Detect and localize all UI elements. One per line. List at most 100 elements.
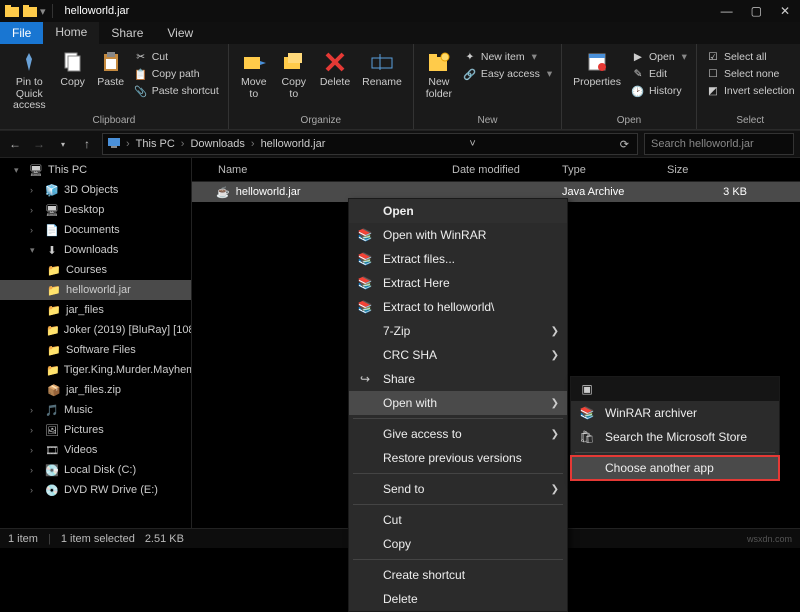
ctx-extract-files[interactable]: 📚Extract files...: [349, 247, 567, 271]
nav-courses[interactable]: 📁Courses: [0, 260, 191, 280]
nav-joker[interactable]: 📁Joker (2019) [BluRay] [1080p]: [0, 320, 191, 340]
ctx-open-with-winrar[interactable]: 📚Open with WinRAR: [349, 223, 567, 247]
nav-local-disk-c[interactable]: ›💽Local Disk (C:): [0, 460, 191, 480]
maximize-button[interactable]: ▢: [751, 4, 762, 18]
ctx-create-shortcut[interactable]: Create shortcut: [349, 563, 567, 587]
nav-documents[interactable]: ›📄Documents: [0, 220, 191, 240]
ctx-extract-to[interactable]: 📚Extract to helloworld\: [349, 295, 567, 319]
ctx-restore-versions[interactable]: Restore previous versions: [349, 446, 567, 470]
disc-icon: 💿: [44, 483, 60, 497]
nav-desktop[interactable]: ›🖥Desktop: [0, 200, 191, 220]
ctx-give-access-to[interactable]: Give access to❯: [349, 422, 567, 446]
move-to-button[interactable]: Move to: [235, 47, 273, 102]
forward-button[interactable]: →: [30, 135, 48, 153]
status-items: 1 item: [8, 533, 38, 545]
nav-jar-files-zip[interactable]: 📦jar_files.zip: [0, 380, 191, 400]
copy-path-button[interactable]: 📋Copy path: [131, 66, 203, 82]
ctx-extract-here[interactable]: 📚Extract Here: [349, 271, 567, 295]
tab-file[interactable]: File: [0, 22, 43, 44]
paste-shortcut-button[interactable]: 📎Paste shortcut: [131, 83, 222, 99]
nav-tiger-king[interactable]: 📁Tiger.King.Murder.Mayhem: [0, 360, 191, 380]
ctx-send-to[interactable]: Send to❯: [349, 477, 567, 501]
sub-winrar[interactable]: 📚WinRAR archiver: [571, 401, 779, 425]
select-all-icon: ☑: [706, 50, 720, 64]
paste-button[interactable]: Paste: [93, 47, 129, 91]
minimize-button[interactable]: —: [721, 4, 733, 18]
close-button[interactable]: ✕: [780, 4, 790, 18]
cut-icon: ✂: [134, 50, 148, 64]
nav-this-pc[interactable]: ▾🖥This PC: [0, 160, 191, 180]
properties-button[interactable]: Properties: [568, 47, 626, 91]
nav-dvd-rw-drive[interactable]: ›💿DVD RW Drive (E:): [0, 480, 191, 500]
rename-button[interactable]: Rename: [357, 47, 407, 91]
copy-button[interactable]: Copy: [55, 47, 91, 91]
tab-view[interactable]: View: [155, 22, 205, 44]
invert-selection-button[interactable]: ◩Invert selection: [703, 83, 798, 99]
delete-button[interactable]: Delete: [315, 47, 355, 91]
col-date[interactable]: Date modified: [452, 164, 562, 176]
new-folder-icon: [425, 49, 453, 75]
paste-shortcut-icon: 📎: [134, 84, 148, 98]
recent-button[interactable]: ▾: [54, 135, 72, 153]
new-item-button[interactable]: ✦New item▾: [460, 49, 540, 65]
ctx-7zip[interactable]: 7-Zip❯: [349, 319, 567, 343]
group-label: Open: [568, 114, 690, 129]
search-input[interactable]: Search helloworld.jar: [644, 133, 794, 155]
ctx-crc-sha[interactable]: CRC SHA❯: [349, 343, 567, 367]
sub-choose-another-app[interactable]: Choose another app: [571, 456, 779, 480]
open-button[interactable]: ▶Open▾: [628, 49, 690, 65]
crumb-thispc[interactable]: This PC: [132, 138, 179, 150]
select-all-button[interactable]: ☑Select all: [703, 49, 770, 65]
nav-software-files[interactable]: 📁Software Files: [0, 340, 191, 360]
easy-access-icon: 🔗: [463, 67, 477, 81]
refresh-button[interactable]: ⟳: [616, 138, 633, 151]
select-none-button[interactable]: ☐Select none: [703, 66, 782, 82]
folder-icon: 📁: [46, 323, 60, 337]
ctx-open-with[interactable]: Open with❯: [349, 391, 567, 415]
title-bar: ▾ helloworld.jar — ▢ ✕: [0, 0, 800, 22]
ctx-share[interactable]: ↪Share: [349, 367, 567, 391]
crumb-file[interactable]: helloworld.jar: [257, 138, 330, 150]
group-label: Clipboard: [6, 114, 222, 129]
tab-home[interactable]: Home: [43, 22, 99, 44]
ctx-delete[interactable]: Delete: [349, 587, 567, 611]
pin-to-quick-access-button[interactable]: Pin to Quick access: [6, 47, 53, 114]
ctx-open[interactable]: Open: [349, 199, 567, 223]
documents-icon: 📄: [44, 223, 60, 237]
nav-videos[interactable]: ›🎞Videos: [0, 440, 191, 460]
copy-to-button[interactable]: Copy to: [275, 47, 313, 102]
breadcrumb[interactable]: › This PC › Downloads › helloworld.jar ˅…: [102, 133, 638, 155]
pc-icon: [107, 137, 121, 151]
nav-downloads[interactable]: ▾⬇Downloads: [0, 240, 191, 260]
dropdown-button[interactable]: ˅: [465, 138, 479, 150]
ctx-copy[interactable]: Copy: [349, 532, 567, 556]
back-button[interactable]: ←: [6, 135, 24, 153]
up-button[interactable]: ↑: [78, 135, 96, 153]
tab-share[interactable]: Share: [99, 22, 155, 44]
sub-redacted[interactable]: ▣█████████: [571, 377, 779, 401]
history-button[interactable]: 🕑History: [628, 83, 685, 99]
nav-pictures[interactable]: ›🖼Pictures: [0, 420, 191, 440]
cut-button[interactable]: ✂Cut: [131, 49, 171, 65]
nav-jar-files[interactable]: 📁jar_files: [0, 300, 191, 320]
nav-helloworld-jar[interactable]: 📁helloworld.jar: [0, 280, 191, 300]
col-type[interactable]: Type: [562, 164, 667, 176]
ribbon: Pin to Quick access Copy Paste ✂Cut 📋Cop…: [0, 44, 800, 130]
nav-music[interactable]: ›🎵Music: [0, 400, 191, 420]
col-name[interactable]: Name: [192, 164, 452, 176]
column-headers[interactable]: Name Date modified Type Size: [192, 158, 800, 182]
nav-3d-objects[interactable]: ›🧊3D Objects: [0, 180, 191, 200]
col-size[interactable]: Size: [667, 164, 757, 176]
desktop-icon: 🖥: [44, 203, 60, 217]
easy-access-button[interactable]: 🔗Easy access▾: [460, 66, 555, 82]
sub-microsoft-store[interactable]: 🛍Search the Microsoft Store: [571, 425, 779, 449]
edit-button[interactable]: ✎Edit: [628, 66, 670, 82]
folder-icon: 📁: [46, 263, 62, 277]
download-icon: ⬇: [44, 243, 60, 257]
new-folder-button[interactable]: New folder: [420, 47, 458, 102]
file-size: 3 KB: [667, 186, 757, 198]
navigation-pane[interactable]: ▾🖥This PC ›🧊3D Objects ›🖥Desktop ›📄Docum…: [0, 158, 192, 528]
edit-icon: ✎: [631, 67, 645, 81]
crumb-downloads[interactable]: Downloads: [186, 138, 248, 150]
ctx-cut[interactable]: Cut: [349, 508, 567, 532]
